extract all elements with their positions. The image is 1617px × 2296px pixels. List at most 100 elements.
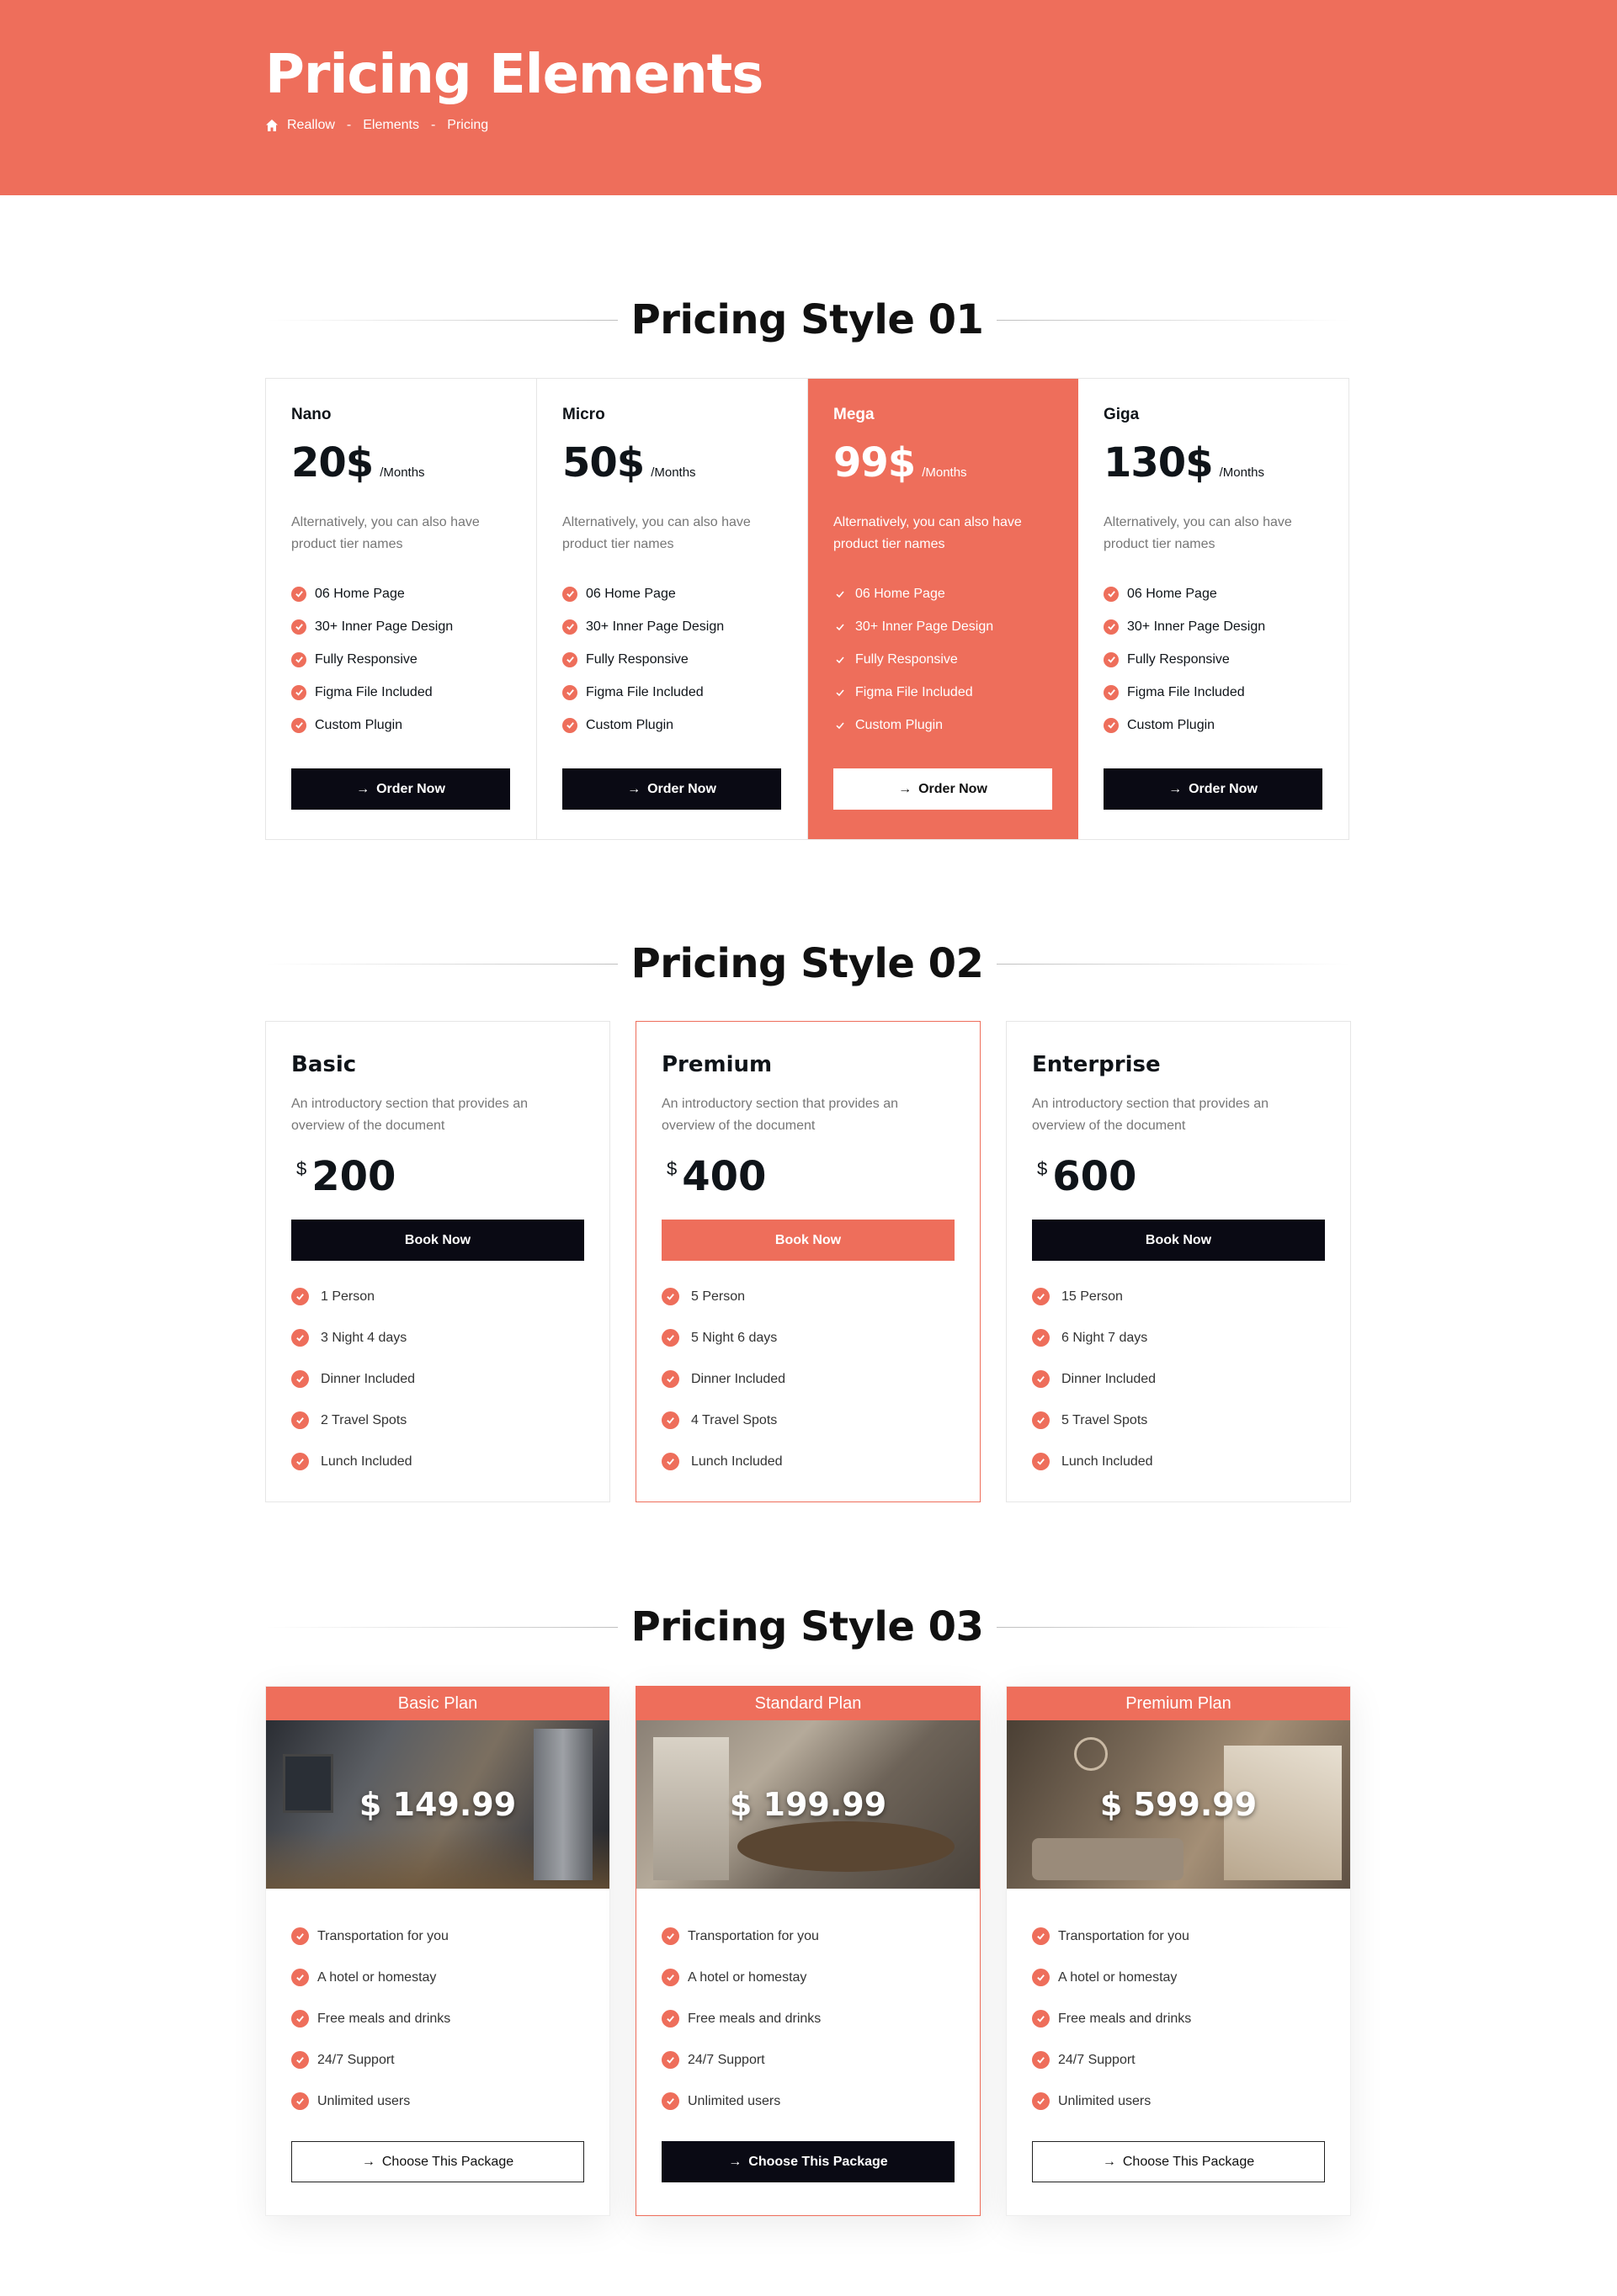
feature-label: Unlimited users	[688, 2093, 781, 2108]
section-title: Pricing Style 03	[630, 1603, 984, 1650]
book-now-button[interactable]: Book Now	[662, 1220, 955, 1261]
feature-label: Unlimited users	[1058, 2093, 1152, 2108]
list-item: A hotel or homestay	[291, 1957, 450, 1998]
price-amount: 400	[682, 1153, 767, 1200]
list-item: 30+ Inner Page Design	[833, 610, 993, 643]
check-circle-icon	[662, 1288, 679, 1305]
check-circle-icon	[291, 1288, 309, 1305]
pricing-table-style-03: Basic Plan $ 149.99 Transportation for y…	[265, 1686, 1351, 2216]
currency-symbol: $	[1037, 1158, 1048, 1179]
feature-label: Free meals and drinks	[317, 2011, 451, 2026]
list-item: 5 Night 6 days	[662, 1317, 785, 1358]
check-circle-icon	[291, 1329, 309, 1347]
price-amount: 99$	[833, 439, 916, 486]
divider	[997, 319, 1349, 321]
choose-package-button[interactable]: → Choose This Package	[1032, 2141, 1325, 2182]
check-circle-icon	[1104, 684, 1119, 700]
choose-package-button[interactable]: → Choose This Package	[662, 2141, 955, 2182]
list-item: 24/7 Support	[291, 2039, 450, 2081]
plan-description: An introductory section that provides an…	[662, 1097, 899, 1133]
check-circle-icon	[291, 1969, 309, 1986]
check-circle-icon	[1104, 619, 1119, 635]
list-item: Fully Responsive	[1104, 643, 1265, 676]
feature-label: Custom Plugin	[315, 717, 403, 732]
order-now-button[interactable]: → Order Now	[291, 768, 510, 810]
check-circle-icon	[1104, 651, 1119, 667]
pricing-table-style-02: Basic An introductory section that provi…	[265, 1021, 1351, 1502]
button-label: Order Now	[1189, 781, 1258, 796]
feature-label: 5 Person	[691, 1289, 746, 1304]
divider	[997, 1626, 1349, 1628]
feature-label: Dinner Included	[691, 1371, 786, 1386]
feature-list: 1 Person 3 Night 4 days Dinner Included …	[291, 1276, 415, 1482]
feature-list: Transportation for you A hotel or homest…	[662, 1916, 821, 2122]
breadcrumb-link-elements[interactable]: Elements	[363, 118, 419, 133]
button-label: Choose This Package	[1122, 2154, 1255, 2169]
currency-symbol: $	[296, 1158, 307, 1179]
price: 99$ /Months	[833, 439, 967, 486]
list-item: Unlimited users	[291, 2081, 450, 2122]
choose-package-button[interactable]: → Choose This Package	[291, 2141, 584, 2182]
tier-name: Micro	[562, 406, 605, 423]
button-label: Choose This Package	[748, 2154, 888, 2169]
list-item: 15 Person	[1032, 1276, 1156, 1317]
book-now-button[interactable]: Book Now	[291, 1220, 584, 1261]
section-heading-style-02: Pricing Style 02	[265, 938, 1349, 989]
check-circle-icon	[662, 2051, 679, 2069]
feature-label: Lunch Included	[321, 1454, 412, 1469]
divider	[265, 319, 618, 321]
arrow-right-icon: →	[898, 781, 912, 796]
list-item: Lunch Included	[291, 1441, 415, 1482]
check-circle-icon	[1032, 1370, 1050, 1388]
feature-list: 06 Home Page 30+ Inner Page Design Fully…	[291, 577, 453, 741]
feature-label: 06 Home Page	[1127, 586, 1217, 601]
order-now-button[interactable]: → Order Now	[1104, 768, 1322, 810]
price-period: /Months	[380, 465, 425, 480]
list-item: Custom Plugin	[1104, 709, 1265, 741]
feature-label: Free meals and drinks	[688, 2011, 822, 2026]
list-item: Dinner Included	[1032, 1358, 1156, 1400]
list-item: A hotel or homestay	[662, 1957, 821, 1998]
breadcrumb-current: Pricing	[447, 118, 489, 132]
feature-label: Free meals and drinks	[1058, 2011, 1192, 2026]
currency-symbol: $	[667, 1158, 678, 1179]
feature-label: Transportation for you	[1058, 1928, 1189, 1943]
check-circle-icon	[291, 1411, 309, 1429]
feature-label: 3 Night 4 days	[321, 1330, 407, 1345]
breadcrumb-link-home[interactable]: Reallow	[287, 118, 335, 133]
button-label: Order Now	[376, 781, 445, 796]
arrow-right-icon: →	[728, 2154, 742, 2169]
price-period: /Months	[651, 465, 696, 480]
check-circle-icon	[1032, 2092, 1050, 2110]
price-amount: 20$	[291, 439, 374, 486]
feature-list: Transportation for you A hotel or homest…	[291, 1916, 450, 2122]
check-icon	[833, 653, 847, 667]
feature-list: 06 Home Page 30+ Inner Page Design Fully…	[833, 577, 993, 741]
feature-label: 30+ Inner Page Design	[315, 619, 454, 634]
list-item: Unlimited users	[1032, 2081, 1191, 2122]
arrow-right-icon: →	[627, 781, 641, 796]
section-title: Pricing Style 02	[630, 940, 984, 987]
section-heading-style-03: Pricing Style 03	[265, 1602, 1349, 1652]
order-now-button[interactable]: → Order Now	[833, 768, 1052, 810]
feature-label: 5 Night 6 days	[691, 1330, 778, 1345]
check-circle-icon	[1104, 717, 1119, 733]
feature-label: Custom Plugin	[855, 717, 944, 732]
list-item: Figma File Included	[833, 676, 993, 709]
book-now-button[interactable]: Book Now	[1032, 1220, 1325, 1261]
page-title: Pricing Elements	[265, 44, 763, 106]
feature-label: Figma File Included	[315, 684, 433, 699]
tier-description: Alternatively, you can also have product…	[562, 515, 751, 551]
feature-label: Lunch Included	[1061, 1454, 1153, 1469]
feature-label: 15 Person	[1061, 1289, 1123, 1304]
order-now-button[interactable]: → Order Now	[562, 768, 781, 810]
arrow-right-icon: →	[356, 781, 370, 796]
list-item: Free meals and drinks	[1032, 1998, 1191, 2039]
feature-label: 30+ Inner Page Design	[586, 619, 725, 634]
list-item: Figma File Included	[291, 676, 453, 709]
price: 130$ /Months	[1104, 439, 1264, 486]
check-circle-icon	[291, 619, 306, 635]
pricing-card-giga: Giga 130$ /Months Alternatively, you can …	[1078, 379, 1348, 839]
check-icon	[833, 587, 847, 601]
check-circle-icon	[1032, 1927, 1050, 1945]
